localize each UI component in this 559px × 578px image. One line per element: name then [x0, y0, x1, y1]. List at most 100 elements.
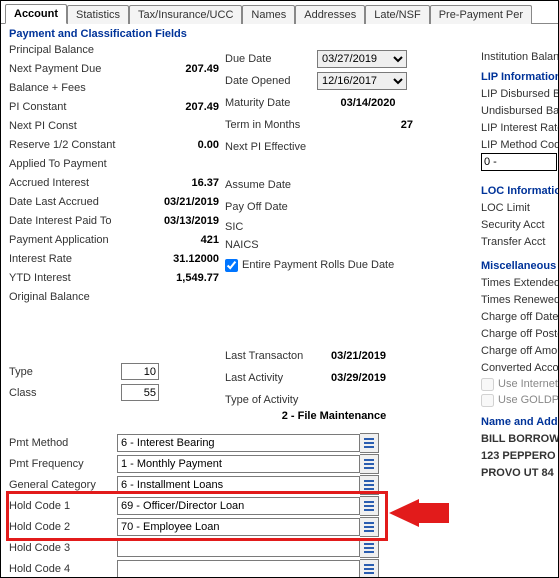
date-opened-select[interactable]: 12/16/2017	[317, 72, 407, 90]
hold-code-4-input[interactable]	[117, 560, 360, 578]
last-transaction-label: Last Transacton	[225, 350, 325, 362]
list-icon	[363, 521, 375, 533]
next-pi-const-label: Next PI Const	[9, 120, 149, 132]
hold-code-1-label: Hold Code 1	[9, 500, 117, 512]
original-balance-label: Original Balance	[9, 291, 149, 303]
next-pi-eff-label: Next PI Effective	[225, 141, 306, 153]
charge-off-posted-label: Charge off Posted	[481, 325, 559, 342]
sic-label: SIC	[225, 221, 317, 233]
tab-prepayment[interactable]: Pre-Payment Per	[430, 5, 532, 24]
tab-addresses[interactable]: Addresses	[295, 5, 365, 24]
date-interest-paid-value: 03/13/2019	[149, 215, 219, 227]
accrued-interest-value: 16.37	[149, 177, 219, 189]
pi-constant-value: 207.49	[149, 101, 219, 113]
tab-account[interactable]: Account	[5, 4, 67, 24]
hold-code-3-label: Hold Code 3	[9, 542, 117, 554]
right-column: Institution Balance LIP Information LIP …	[481, 48, 559, 489]
charge-off-amount-label: Charge off Amount	[481, 342, 559, 359]
general-category-label: General Category	[9, 479, 117, 491]
use-goldphone-label: Use GOLDPho	[498, 394, 559, 406]
hold-code-3-input[interactable]	[117, 539, 360, 557]
lip-interest-label: LIP Interest Rate	[481, 119, 559, 136]
payment-application-value: 421	[149, 234, 219, 246]
middle-column: Due Date 03/27/2019 Date Opened 12/16/20…	[225, 48, 475, 276]
due-date-label: Due Date	[225, 53, 317, 65]
list-icon	[363, 479, 375, 491]
hold-code-2-lookup-button[interactable]	[360, 517, 379, 537]
entire-payment-checkbox[interactable]	[225, 259, 238, 272]
hold-code-3-lookup-button[interactable]	[360, 538, 379, 558]
tab-names[interactable]: Names	[242, 5, 295, 24]
type-class-group: Type Class	[9, 361, 159, 403]
ytd-interest-label: YTD Interest	[9, 272, 149, 284]
hold-code-2-label: Hold Code 2	[9, 521, 117, 533]
name-line-1: BILL BORROW	[481, 430, 559, 447]
use-internet-checkbox[interactable]	[481, 378, 494, 391]
tab-tax[interactable]: Tax/Insurance/UCC	[129, 5, 242, 24]
pmt-method-input[interactable]	[117, 434, 360, 452]
institution-balance-label: Institution Balance	[481, 48, 559, 65]
class-input[interactable]	[121, 384, 159, 401]
loc-limit-label: LOC Limit	[481, 199, 559, 216]
interest-rate-value: 31.12000	[149, 253, 219, 265]
term-value: 27	[317, 119, 423, 131]
pay-off-date-label: Pay Off Date	[225, 201, 317, 213]
naics-label: NAICS	[225, 239, 317, 251]
term-label: Term in Months	[225, 119, 317, 131]
date-interest-paid-label: Date Interest Paid To	[9, 215, 149, 227]
hold-code-4-label: Hold Code 4	[9, 563, 117, 575]
loc-info-title: LOC Information	[481, 185, 559, 197]
file-maintenance-note: 2 - File Maintenance	[229, 410, 439, 422]
lip-method-input[interactable]	[481, 153, 557, 171]
payment-application-label: Payment Application	[9, 234, 149, 246]
lookup-grid: Pmt Method Pmt Frequency General Categor…	[9, 432, 379, 578]
pi-constant-label: PI Constant	[9, 101, 149, 113]
next-payment-due-label: Next Payment Due	[9, 63, 149, 75]
list-icon	[363, 500, 375, 512]
general-category-input[interactable]	[117, 476, 360, 494]
date-last-accrued-label: Date Last Accrued	[9, 196, 149, 208]
list-icon	[363, 437, 375, 449]
hold-code-1-input[interactable]	[117, 497, 360, 515]
pmt-frequency-lookup-button[interactable]	[360, 454, 379, 474]
applied-to-payment-label: Applied To Payment	[9, 158, 149, 170]
times-extended-label: Times Extended	[481, 274, 559, 291]
list-icon	[363, 563, 375, 575]
type-input[interactable]	[121, 363, 159, 380]
middle-lower: Last Transacton 03/21/2019 Last Activity…	[225, 345, 465, 411]
hold-code-4-lookup-button[interactable]	[360, 559, 379, 578]
pmt-frequency-label: Pmt Frequency	[9, 458, 117, 470]
hold-code-2-input[interactable]	[117, 518, 360, 536]
last-transaction-value: 03/21/2019	[325, 350, 386, 362]
tab-strip: Account Statistics Tax/Insurance/UCC Nam…	[1, 1, 558, 24]
tab-late[interactable]: Late/NSF	[365, 5, 429, 24]
type-of-activity-label: Type of Activity	[225, 394, 325, 406]
ytd-interest-value: 1,549.77	[149, 272, 219, 284]
list-icon	[363, 542, 375, 554]
tab-statistics[interactable]: Statistics	[67, 5, 129, 24]
next-payment-due-value: 207.49	[149, 63, 219, 75]
pmt-method-label: Pmt Method	[9, 437, 117, 449]
undisbursed-label: Undisbursed Balance	[481, 102, 559, 119]
date-last-accrued-value: 03/21/2019	[149, 196, 219, 208]
maturity-date-label: Maturity Date	[225, 97, 317, 109]
pmt-frequency-input[interactable]	[117, 455, 360, 473]
principal-balance-label: Principal Balance	[9, 44, 149, 56]
misc-title: Miscellaneous L	[481, 260, 559, 272]
hold-code-1-lookup-button[interactable]	[360, 496, 379, 516]
lip-disbursed-label: LIP Disbursed Balan	[481, 85, 559, 102]
list-icon	[363, 458, 375, 470]
arrow-icon	[389, 499, 449, 527]
class-label: Class	[9, 387, 121, 399]
type-label: Type	[9, 366, 121, 378]
tab-content-account: Payment and Classification Fields Princi…	[1, 24, 558, 578]
pmt-method-lookup-button[interactable]	[360, 433, 379, 453]
assume-date-label: Assume Date	[225, 179, 317, 191]
use-goldphone-checkbox[interactable]	[481, 394, 494, 407]
due-date-select[interactable]: 03/27/2019	[317, 50, 407, 68]
name-line-3: PROVO UT 84	[481, 464, 559, 481]
last-activity-value: 03/29/2019	[325, 372, 386, 384]
general-category-lookup-button[interactable]	[360, 475, 379, 495]
times-renewed-label: Times Renewed	[481, 291, 559, 308]
charge-off-date-label: Charge off Date	[481, 308, 559, 325]
